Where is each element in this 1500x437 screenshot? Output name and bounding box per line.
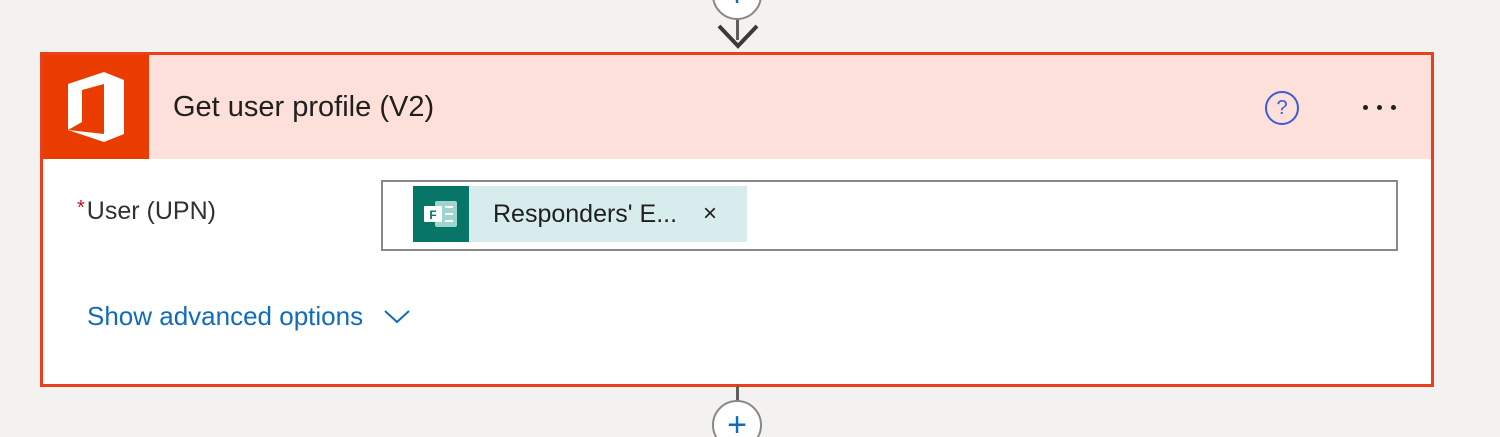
office-icon xyxy=(43,55,149,159)
field-label-text: User (UPN) xyxy=(86,197,216,225)
token-label: Responders' E... xyxy=(493,199,678,228)
arrow-down-icon xyxy=(717,24,759,49)
action-card-header[interactable]: Get user profile (V2) ? xyxy=(43,55,1431,159)
dynamic-content-token[interactable]: F Responders' E... × xyxy=(413,186,747,242)
add-step-button-bottom[interactable]: + xyxy=(712,400,762,437)
flow-canvas: + Get user profile (V2) ? *User (UPN) xyxy=(0,0,1500,437)
user-upn-label: *User (UPN) xyxy=(77,197,216,226)
help-icon[interactable]: ? xyxy=(1265,91,1299,125)
forms-icon: F xyxy=(413,186,469,242)
ellipsis-dot xyxy=(1376,104,1382,110)
required-marker: * xyxy=(77,197,85,219)
chevron-down-icon xyxy=(384,309,410,323)
token-remove-icon[interactable]: × xyxy=(703,202,717,226)
show-advanced-options-link[interactable]: Show advanced options xyxy=(87,301,411,332)
svg-text:F: F xyxy=(429,208,436,222)
more-options-button[interactable] xyxy=(1349,89,1409,125)
advanced-options-label: Show advanced options xyxy=(87,301,364,331)
add-step-button-top[interactable]: + xyxy=(712,0,762,20)
user-upn-input[interactable]: F Responders' E... × xyxy=(381,180,1398,251)
office-logo xyxy=(68,72,124,142)
ellipsis-dot xyxy=(1390,104,1396,110)
action-title: Get user profile (V2) xyxy=(173,91,435,123)
ellipsis-dot xyxy=(1362,104,1368,110)
forms-logo: F xyxy=(424,201,457,227)
action-card: Get user profile (V2) ? *User (UPN) F Re… xyxy=(40,52,1434,387)
